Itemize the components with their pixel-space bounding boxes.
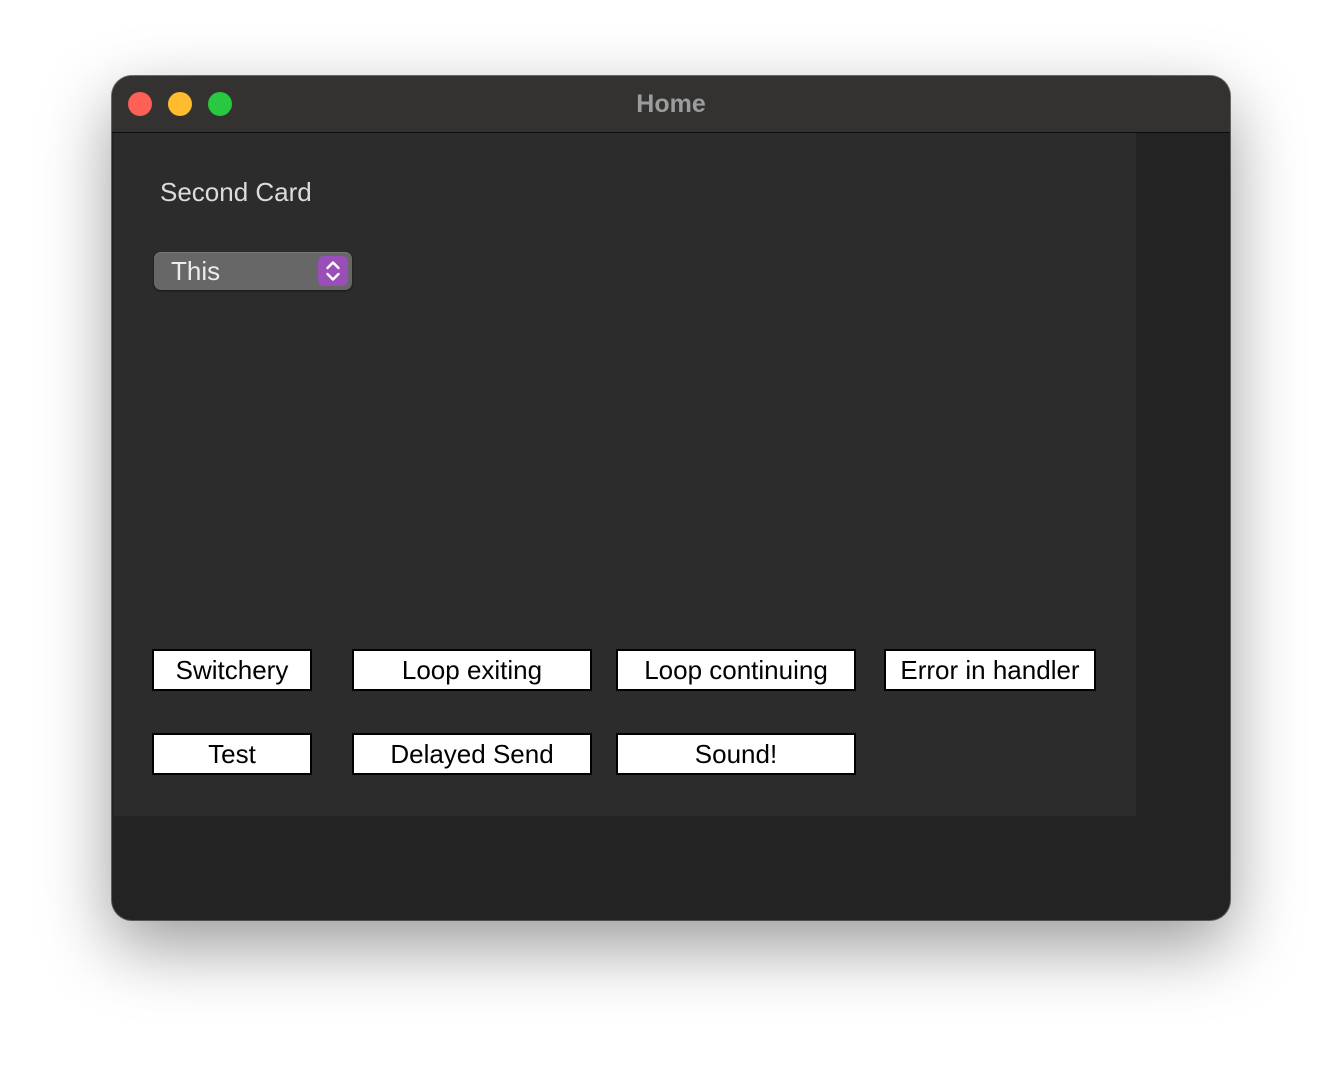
test-button[interactable]: Test — [152, 733, 312, 775]
popup-selected-value: This — [171, 256, 221, 286]
window-title: Home — [636, 90, 706, 118]
loop-exiting-button[interactable]: Loop exiting — [352, 649, 592, 691]
delayed-send-button[interactable]: Delayed Send — [352, 733, 592, 775]
popup-menu[interactable]: This — [154, 252, 352, 290]
card-label: Second Card — [160, 177, 312, 207]
error-in-handler-button[interactable]: Error in handler — [884, 649, 1096, 691]
loop-continuing-button[interactable]: Loop continuing — [616, 649, 856, 691]
card-area: Second Card This Switchery Loop exiting … — [114, 133, 1136, 816]
sound-button[interactable]: Sound! — [616, 733, 856, 775]
title-bar[interactable]: Home — [112, 76, 1230, 133]
switchery-button[interactable]: Switchery — [152, 649, 312, 691]
chevron-up-down-icon — [318, 256, 348, 286]
app-window: Home Second Card This Switchery Loop exi… — [112, 76, 1230, 920]
